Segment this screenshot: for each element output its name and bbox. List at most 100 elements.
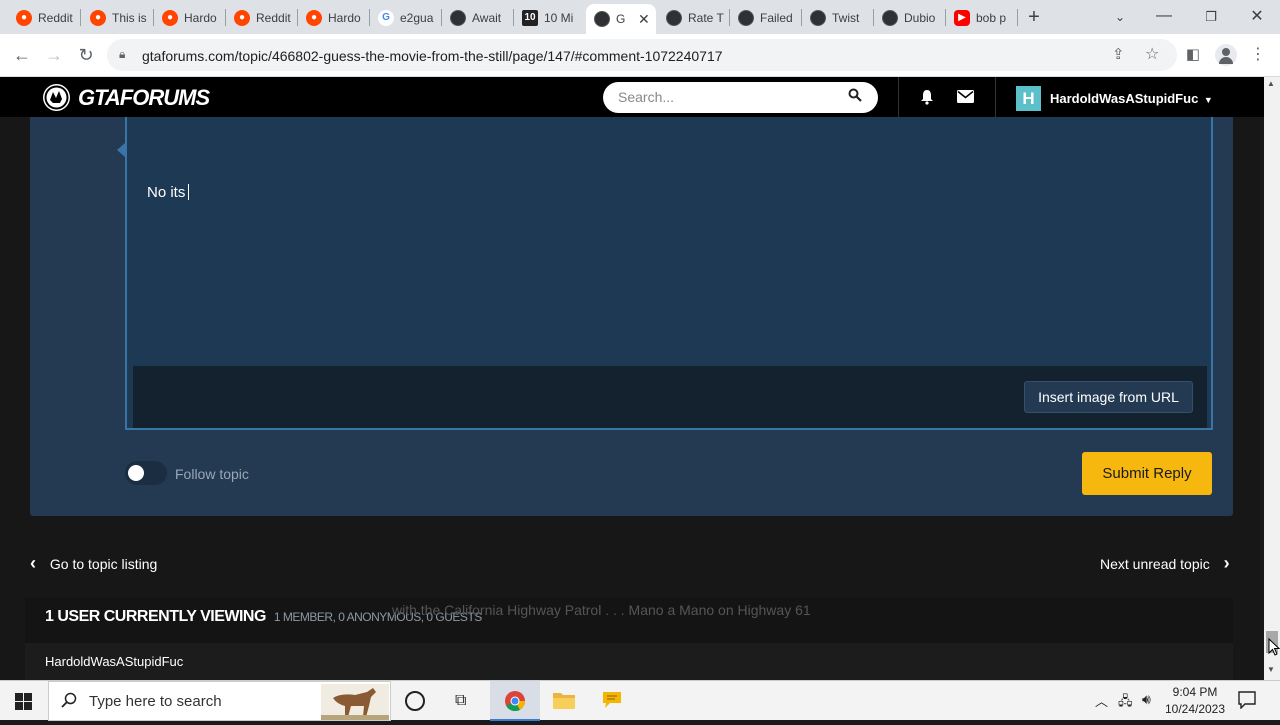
- editor-typed-text: No its: [147, 184, 186, 201]
- imdb-icon: 10: [522, 9, 538, 26]
- browser-tab[interactable]: ● Reddit: [8, 5, 80, 30]
- forward-arrow-icon[interactable]: →: [42, 43, 66, 67]
- chevron-right-icon: ›: [1223, 553, 1230, 573]
- reload-icon[interactable]: ↻: [74, 43, 98, 67]
- insert-image-url-button[interactable]: Insert image from URL: [1024, 381, 1193, 413]
- gtaforums-icon: [882, 9, 898, 26]
- follow-topic-toggle[interactable]: [125, 461, 167, 485]
- volume-icon[interactable]: 🔊︎: [1142, 691, 1151, 708]
- browser-tab[interactable]: 10 10 Mi: [514, 5, 586, 30]
- windows-logo-icon: [15, 693, 32, 710]
- viewing-user-list: HardoldWasAStupidFuc: [25, 643, 1233, 680]
- reply-editor[interactable]: No its Insert image from URL: [125, 117, 1213, 430]
- browser-menu-icon[interactable]: ⋮: [1246, 43, 1270, 67]
- browser-tab[interactable]: Twist: [802, 5, 874, 30]
- scroll-up-arrow-icon[interactable]: ▲: [1267, 79, 1275, 88]
- toggle-knob: [128, 465, 144, 481]
- chevron-left-icon: ‹: [30, 553, 36, 573]
- speech-pointer: [117, 143, 125, 157]
- minimize-icon[interactable]: —: [1152, 5, 1176, 29]
- gtaforums-logo-icon[interactable]: [43, 84, 70, 111]
- username-label: HardoldWasAStupidFuc: [1050, 91, 1199, 106]
- taskbar-search-box[interactable]: Type here to search: [48, 681, 391, 721]
- tray-chevron-up-icon[interactable]: ︿: [1095, 691, 1108, 710]
- address-bar[interactable]: 🔒︎ gtaforums.com/topic/466802-guess-the-…: [107, 39, 1177, 71]
- start-button[interactable]: [0, 681, 48, 721]
- url-text[interactable]: gtaforums.com/topic/466802-guess-the-mov…: [142, 48, 723, 64]
- reddit-icon: ●: [90, 9, 106, 26]
- taskbar-search-placeholder: Type here to search: [89, 693, 222, 710]
- gtaforums-icon: [450, 9, 466, 26]
- profile-avatar-icon[interactable]: [1215, 44, 1237, 66]
- tab-separator: [1017, 9, 1018, 26]
- web-page: GTAFORUMS H HardoldWasAStupidFuc ▼ No it…: [0, 77, 1264, 680]
- browser-tab[interactable]: G e2gua: [370, 5, 442, 30]
- viewing-user-link[interactable]: HardoldWasAStupidFuc: [45, 654, 183, 669]
- close-tab-icon[interactable]: ✕: [638, 11, 650, 28]
- user-avatar[interactable]: H: [1016, 86, 1041, 111]
- browser-tab[interactable]: ● This is: [82, 5, 154, 30]
- file-explorer-icon[interactable]: [553, 691, 575, 714]
- gtaforums-icon: [810, 9, 826, 26]
- tab-strip: ● Reddit ● This is ● Hardo ● Reddit ● Ha…: [0, 0, 1280, 34]
- browser-tab-active[interactable]: G ✕: [586, 4, 656, 34]
- windows-taskbar: Type here to search ⧉ ︿ 🖧︎ 🔊︎ 9:04 PM 10…: [0, 680, 1280, 721]
- share-icon[interactable]: ⇪: [1112, 45, 1125, 63]
- task-view-icon[interactable]: ⧉: [455, 692, 466, 710]
- browser-tab[interactable]: Dubio: [874, 5, 946, 30]
- browser-tab[interactable]: ● Hardo: [298, 5, 370, 30]
- network-icon[interactable]: 🖧︎: [1118, 692, 1133, 714]
- new-tab-icon[interactable]: +: [1022, 5, 1046, 29]
- reply-panel: No its Insert image from URL Follow topi…: [30, 117, 1233, 516]
- page-scrollbar[interactable]: ▲ ▼: [1264, 77, 1280, 680]
- lock-icon[interactable]: 🔒︎: [119, 47, 125, 62]
- cortana-icon[interactable]: [405, 691, 425, 711]
- notification-center-icon[interactable]: [1238, 691, 1256, 714]
- reddit-icon: ●: [162, 9, 178, 26]
- editor-content[interactable]: No its: [147, 184, 190, 201]
- close-window-icon[interactable]: ✕: [1245, 5, 1269, 29]
- text-caret: [188, 184, 190, 200]
- overlap-background-text: with the California Highway Patrol . . .…: [392, 602, 811, 618]
- clock-time: 9:04 PM: [1172, 685, 1218, 699]
- header-divider: [995, 77, 996, 117]
- editor-footer: Insert image from URL: [133, 366, 1207, 428]
- back-arrow-icon[interactable]: ←: [10, 43, 34, 67]
- restore-icon[interactable]: ❐: [1199, 5, 1223, 29]
- mouse-cursor-icon: [1268, 637, 1280, 661]
- viewing-title: 1 USER CURRENTLY VIEWING: [45, 608, 266, 625]
- scroll-down-arrow-icon[interactable]: ▼: [1267, 665, 1275, 674]
- messages-envelope-icon[interactable]: [957, 90, 974, 108]
- site-logo-text[interactable]: GTAFORUMS: [78, 85, 210, 111]
- browser-tab[interactable]: Await: [442, 5, 514, 30]
- clock[interactable]: 9:04 PM 10/24/2023: [1164, 685, 1226, 716]
- chat-app-icon[interactable]: [601, 690, 623, 715]
- gtaforums-icon: [738, 9, 754, 26]
- google-icon: G: [378, 9, 394, 26]
- chrome-taskbar-button[interactable]: [490, 681, 540, 721]
- browser-toolbar: ← → ↻ 🔒︎ gtaforums.com/topic/466802-gues…: [0, 34, 1280, 77]
- youtube-icon: ▶: [954, 9, 970, 26]
- reddit-icon: ●: [16, 9, 32, 26]
- browser-tab[interactable]: Rate T: [658, 5, 730, 30]
- browser-tab[interactable]: ● Reddit: [226, 5, 298, 30]
- site-search-input[interactable]: [618, 89, 838, 105]
- tab-search-chevron-icon[interactable]: ⌄: [1108, 5, 1132, 29]
- submit-reply-button[interactable]: Submit Reply: [1082, 452, 1212, 495]
- bookmark-star-icon[interactable]: ☆: [1145, 44, 1159, 64]
- browser-tab[interactable]: ● Hardo: [154, 5, 226, 30]
- go-to-topic-listing-link[interactable]: ‹ Go to topic listing: [30, 553, 157, 574]
- browser-tab[interactable]: Failed: [730, 5, 802, 30]
- next-link-label: Next unread topic: [1100, 556, 1210, 572]
- header-divider: [898, 77, 899, 117]
- follow-topic-label[interactable]: Follow topic: [175, 466, 249, 482]
- next-unread-topic-link[interactable]: Next unread topic ›: [1100, 553, 1230, 574]
- side-panel-icon[interactable]: ◧: [1181, 43, 1205, 67]
- chrome-icon: [505, 691, 525, 711]
- browser-tab[interactable]: ▶ bob p: [946, 5, 1018, 30]
- search-icon[interactable]: [848, 88, 862, 105]
- user-menu[interactable]: HardoldWasAStupidFuc ▼: [1050, 91, 1213, 106]
- notifications-bell-icon[interactable]: [919, 89, 935, 110]
- site-search-box: [603, 82, 878, 113]
- reddit-icon: ●: [306, 9, 322, 26]
